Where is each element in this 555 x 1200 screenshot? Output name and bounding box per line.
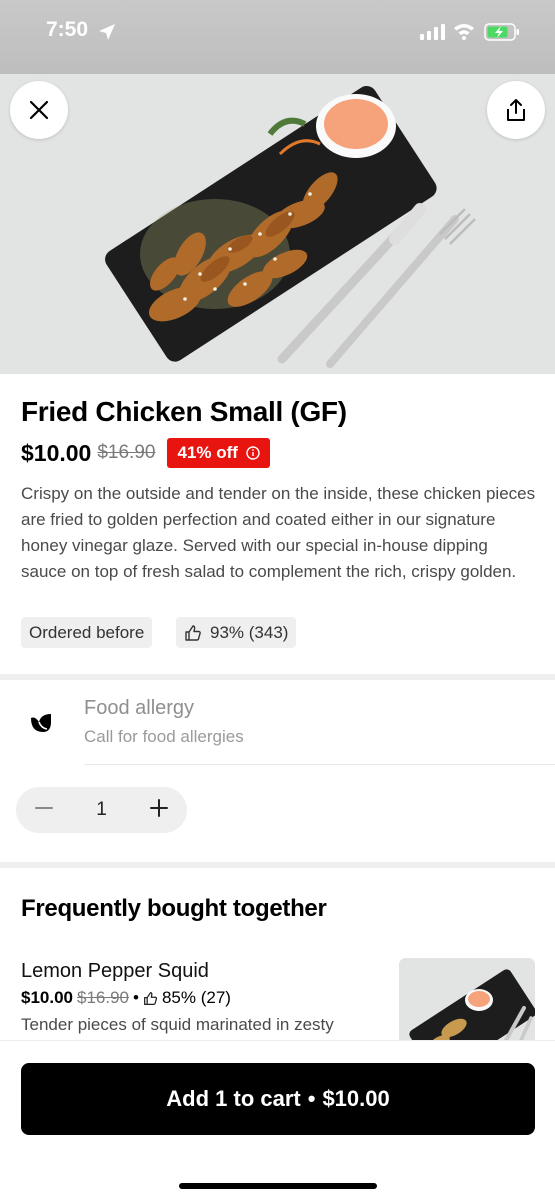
plus-icon <box>149 798 168 817</box>
share-button[interactable] <box>487 81 545 139</box>
quantity-value: 1 <box>96 799 107 820</box>
section-divider <box>0 674 555 680</box>
price-row: $10.00 $16.90 41% off <box>21 437 270 469</box>
suggested-item-description: Tender pieces of squid marinated in zest… <box>21 1015 334 1034</box>
discount-badge[interactable]: 41% off <box>167 438 270 468</box>
increase-button[interactable] <box>149 798 169 823</box>
ordered-before-badge: Ordered before <box>21 617 153 648</box>
food-allergy-title: Food allergy <box>84 697 195 719</box>
suggested-item-price: $10.00 <box>21 988 73 1007</box>
battery-icon <box>484 23 519 41</box>
minus-icon <box>35 806 53 809</box>
signal-icon <box>420 24 445 40</box>
discount-label: 41% off <box>177 443 238 462</box>
suggested-item-rating: 85% (27) <box>161 988 231 1007</box>
home-indicator <box>179 1183 377 1189</box>
add-to-cart-button[interactable]: Add 1 to cart • $10.00 <box>21 1063 535 1135</box>
suggested-item-price-row: $10.00 $16.90 • 85% (27) <box>21 988 231 1008</box>
item-title: Fried Chicken Small (GF) <box>21 396 347 427</box>
divider <box>84 764 555 765</box>
add-to-cart-price: $10.00 <box>322 1086 390 1111</box>
suggested-item-original-price: $16.90 <box>77 988 129 1007</box>
item-description: Crispy on the outside and tender on the … <box>21 484 536 581</box>
frequently-bought-title: Frequently bought together <box>21 895 327 922</box>
decrease-button[interactable] <box>34 798 54 823</box>
info-icon <box>246 446 260 460</box>
rating-badge: 93% (343) <box>176 617 297 648</box>
location-arrow-icon <box>99 24 115 40</box>
allergy-icon <box>31 714 51 732</box>
thumbs-up-icon <box>185 624 201 641</box>
close-icon <box>29 100 49 120</box>
section-divider <box>0 862 555 868</box>
wifi-icon <box>454 24 474 40</box>
food-allergy-subtitle: Call for food allergies <box>84 727 244 746</box>
quantity-stepper: 1 <box>16 787 187 833</box>
close-button[interactable] <box>10 81 68 139</box>
suggested-item-name[interactable]: Lemon Pepper Squid <box>21 960 209 983</box>
rating-label: 93% (343) <box>210 622 289 642</box>
dish-photo <box>0 74 555 374</box>
thumbs-up-icon <box>143 991 158 1005</box>
status-bar: 7:50 <box>0 0 555 75</box>
add-to-cart-label: Add 1 to cart <box>166 1086 301 1111</box>
separator-dot: • <box>307 1086 316 1111</box>
item-original-price: $16.90 <box>97 442 156 463</box>
separator-dot: • <box>133 988 139 1007</box>
ordered-before-label: Ordered before <box>29 622 145 642</box>
share-icon <box>507 99 525 121</box>
item-price: $10.00 <box>21 439 92 466</box>
status-time: 7:50 <box>46 18 89 41</box>
